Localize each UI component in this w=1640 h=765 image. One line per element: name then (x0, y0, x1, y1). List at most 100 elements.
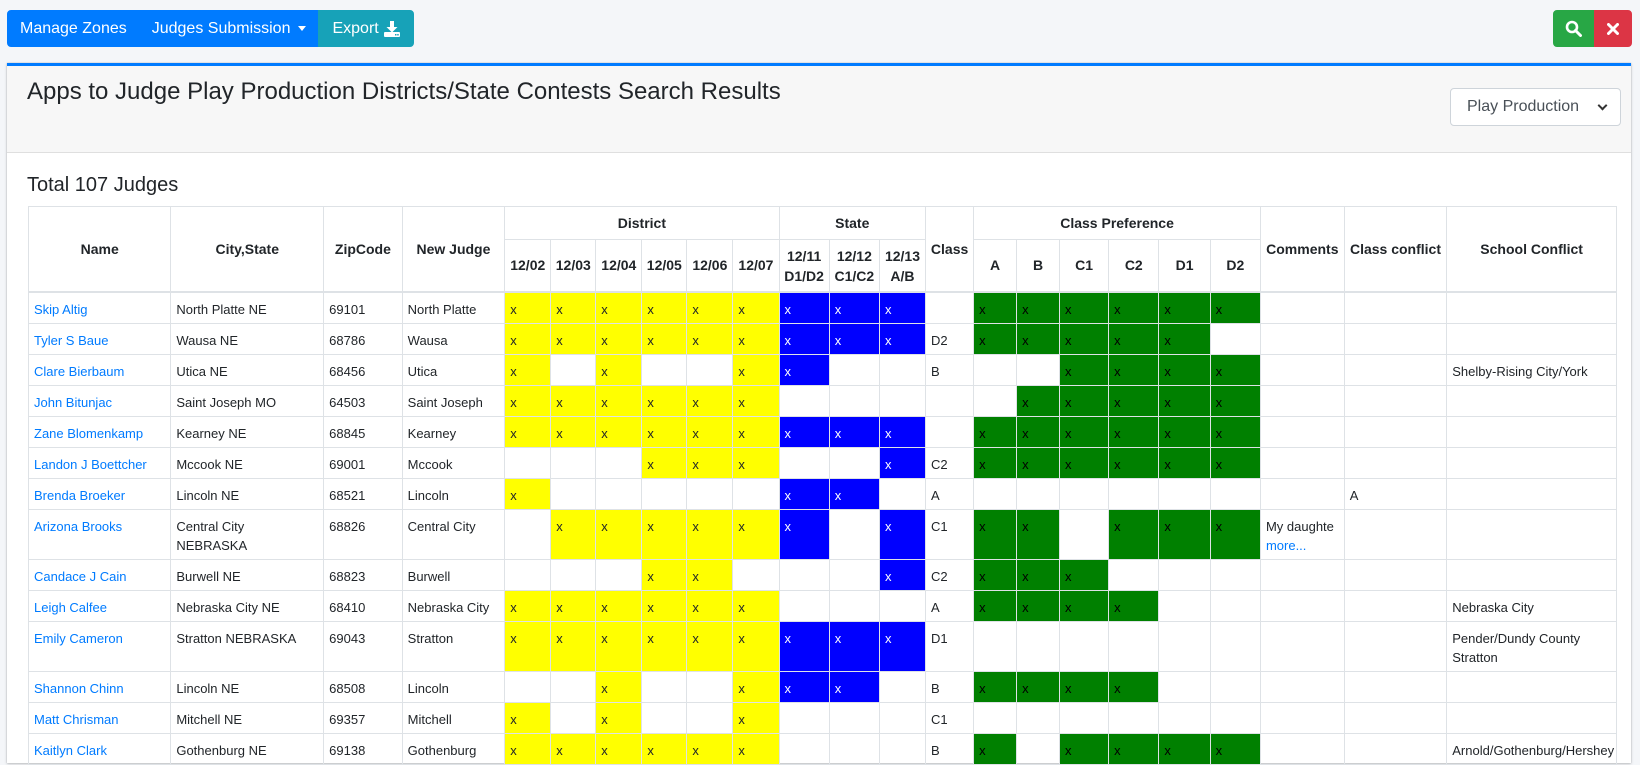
class-preference-cell (1108, 558, 1160, 591)
state-cell: x (778, 415, 830, 448)
table-row: Emily Cameron Stratton NEBRASKA 69043 Strat… (27, 620, 1617, 672)
availability-mark: x (979, 332, 986, 348)
comment-more-link[interactable]: more... (1266, 536, 1339, 555)
judge-name-cell-text[interactable]: Emily Cameron (34, 631, 123, 646)
judge-name-cell-text[interactable]: Leigh Calfee (34, 600, 107, 615)
header-class-preference-group: Class Preference (973, 206, 1261, 240)
comments-cell (1259, 558, 1345, 591)
class-cell-text: A (931, 599, 940, 615)
class-preference-cell: x (1016, 384, 1060, 417)
judge-name-cell-text[interactable]: Tyler S Baue (34, 333, 108, 348)
availability-mark: x (1215, 518, 1223, 534)
district-cell: x (550, 589, 597, 622)
availability-mark: x (738, 363, 745, 379)
header-new-judge[interactable]: New Judge (401, 206, 506, 292)
contest-select[interactable]: Play Production (1450, 88, 1621, 126)
header-class-conflict: Class conflict (1343, 206, 1448, 292)
judge-name-cell[interactable]: Kaitlyn Clark (27, 732, 172, 765)
judge-name-cell-text[interactable]: Landon J Boettcher (34, 457, 147, 472)
header-zipcode[interactable]: ZipCode (323, 206, 403, 292)
judge-name-cell[interactable]: Landon J Boettcher (27, 446, 172, 479)
availability-mark: x (601, 518, 608, 534)
availability-mark: x (979, 425, 986, 441)
judge-name-cell-text[interactable]: Candace J Cain (34, 569, 127, 584)
district-cell (595, 446, 643, 479)
district-cell (504, 508, 552, 560)
judge-name-cell[interactable]: Brenda Broeker (27, 477, 172, 510)
judge-name-cell[interactable]: Arizona Brooks (27, 508, 172, 560)
state-cell (828, 558, 880, 591)
header-name[interactable]: Name (27, 206, 172, 292)
table-row: Kaitlyn Clark Gothenburg NE 69138 Gothenbur… (27, 732, 1617, 765)
availability-mark: x (834, 680, 842, 696)
state-cell (828, 446, 880, 479)
judge-name-cell[interactable]: Clare Bierbaum (27, 353, 172, 386)
district-cell: x (595, 384, 643, 417)
district-cell (732, 477, 780, 510)
district-cell: x (504, 589, 552, 622)
city-state-cell: Kearney NE (170, 415, 325, 448)
city-state-cell: Nebraska City NE (170, 589, 325, 622)
availability-mark: x (1114, 394, 1121, 410)
availability-mark: x (738, 456, 745, 472)
city-state-cell-text: Lincoln NE (176, 487, 240, 503)
export-label: Export (332, 19, 379, 37)
judge-name-cell[interactable]: Shannon Chinn (27, 670, 172, 703)
comments-cell (1259, 322, 1345, 355)
judge-name-cell[interactable]: Tyler S Baue (27, 322, 172, 355)
judge-name-cell-text[interactable]: Shannon Chinn (34, 681, 124, 696)
district-cell: x (550, 732, 597, 765)
export-button[interactable]: Export (318, 10, 414, 47)
judge-name-cell-text[interactable]: Brenda Broeker (34, 488, 125, 503)
table-row: Arizona Brooks Central City NEBRASKA 68826… (27, 508, 1617, 560)
header-city-state[interactable]: City,State (170, 206, 325, 292)
judge-name-cell[interactable]: Matt Chrisman (27, 701, 172, 734)
class-preference-cell (1209, 322, 1261, 355)
judge-name-cell-text[interactable]: Clare Bierbaum (34, 364, 124, 379)
class-cell-text: D2 (931, 332, 948, 348)
comments-cell (1259, 446, 1345, 479)
header-comments: Comments (1259, 206, 1345, 292)
state-cell (778, 589, 830, 622)
state-cell (828, 589, 880, 622)
table-row: Clare Bierbaum Utica NE 68456 Utica x x x x Bx x x… (27, 353, 1617, 386)
zipcode-cell-text: 69043 (329, 630, 366, 646)
availability-mark: x (601, 711, 608, 727)
judge-name-cell-text[interactable]: Skip Altig (34, 302, 87, 317)
judges-submission-dropdown[interactable]: Judges Submission (139, 10, 319, 47)
state-date-label: 12/12 (836, 248, 872, 265)
judge-name-cell-text[interactable]: Zane Blomenkamp (34, 426, 143, 441)
school-conflict-cell-text: Arnold/Gothenburg/Hershey (1452, 742, 1615, 758)
availability-mark: x (1164, 332, 1171, 348)
district-cell (595, 558, 643, 591)
judge-name-cell[interactable]: Skip Altig (27, 290, 172, 324)
class-preference-cell: x (1209, 353, 1261, 386)
download-icon (383, 20, 400, 37)
class-preference-cell (973, 620, 1018, 672)
judge-name-cell-text[interactable]: Arizona Brooks (34, 519, 122, 534)
judge-name-cell-text[interactable]: Kaitlyn Clark (34, 743, 107, 758)
search-button[interactable] (1553, 10, 1594, 47)
judge-name-cell[interactable]: Zane Blomenkamp (27, 415, 172, 448)
judge-name-cell[interactable]: John Bitunjac (27, 384, 172, 417)
judge-name-cell[interactable]: Candace J Cain (27, 558, 172, 591)
close-button[interactable] (1594, 10, 1632, 47)
district-cell: x (732, 508, 780, 560)
chevron-down-icon (1597, 100, 1608, 110)
judge-name-cell[interactable]: Leigh Calfee (27, 589, 172, 622)
state-cell: x (778, 508, 830, 560)
judge-name-cell-text[interactable]: Matt Chrisman (34, 712, 119, 727)
judge-name-cell[interactable]: Emily Cameron (27, 620, 172, 672)
manage-zones-button[interactable]: Manage Zones (7, 10, 140, 47)
availability-mark: x (556, 630, 563, 646)
judge-name-cell-text[interactable]: John Bitunjac (34, 395, 112, 410)
class-preference-cell: x (973, 589, 1018, 622)
header-class[interactable]: Class (925, 206, 975, 292)
header-class-preference: C1 (1058, 239, 1110, 292)
zipcode-cell: 69043 (323, 620, 403, 672)
class-conflict-cell (1343, 322, 1448, 355)
state-cell: x (878, 620, 927, 672)
availability-mark: x (979, 301, 986, 317)
new-judge-cell-text: Central City (407, 518, 476, 534)
availability-mark: x (510, 332, 517, 348)
